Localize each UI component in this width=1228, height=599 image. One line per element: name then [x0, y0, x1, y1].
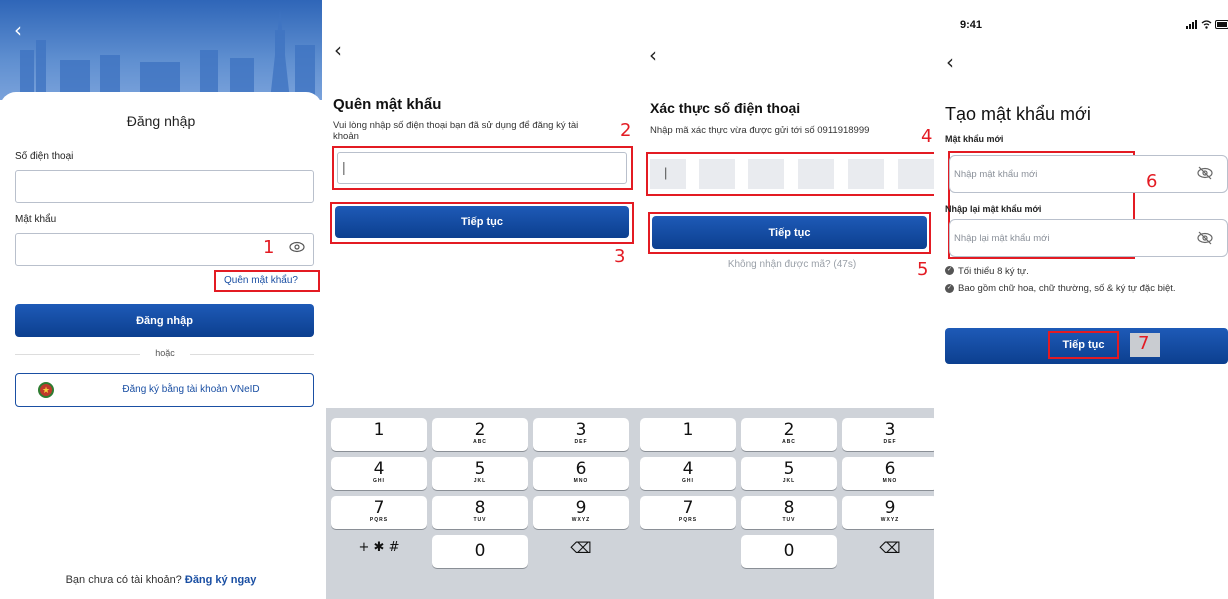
forgot-password-screen: ‹ Quên mật khẩu Vui lòng nhập số điện th…	[326, 0, 640, 599]
key-2[interactable]: 2 ABC	[741, 418, 837, 451]
vneid-button-label: Đăng ký bằng tài khoản VNeID	[122, 384, 260, 395]
login-screen: ‹ Đăng nhập Số điện thoại Mật khẩu 1 Quê…	[0, 0, 322, 599]
text-cursor: |	[664, 165, 668, 180]
key-2[interactable]: 2 ABC	[432, 418, 528, 451]
step-number-2: 2	[620, 120, 632, 141]
phone-input[interactable]	[15, 170, 314, 203]
signup-link[interactable]: Đăng ký ngay	[185, 574, 257, 586]
step-number-4: 4	[921, 126, 933, 147]
check-circle-icon: ✓	[945, 266, 954, 275]
key-4[interactable]: 4 GHI	[640, 457, 736, 490]
login-button[interactable]: Đăng nhập	[15, 304, 314, 337]
divider-right	[190, 354, 314, 355]
battery-icon	[1215, 20, 1228, 29]
otp-digit-4[interactable]	[798, 159, 834, 189]
delete-key-icon[interactable]: ⌫	[842, 539, 938, 557]
numeric-keypad: 1 2 ABC 3 DEF 4 GHI 5 JKL 6 MNO 7 PQRS 8 TUV 9W…	[640, 408, 944, 599]
confirm-password-label: Nhập lại mật khẩu mới	[945, 204, 1042, 214]
cityscape-icon	[20, 10, 315, 100]
forgot-password-link[interactable]: Quên mật khẩu?	[224, 275, 298, 286]
annotation-box-otp	[646, 152, 940, 196]
new-password-placeholder: Nhập mật khẩu mới	[954, 169, 1038, 180]
key-0[interactable]: 0	[432, 535, 528, 568]
confirm-password-placeholder: Nhập lại mật khẩu mới	[954, 233, 1050, 244]
otp-digit-6[interactable]	[898, 159, 934, 189]
step-number-6: 6	[1146, 171, 1158, 192]
step-number-7: 7	[1138, 333, 1150, 354]
signup-footer: Bạn chưa có tài khoản? Đăng ký ngay	[0, 574, 322, 586]
page-description: Vui lòng nhập số điện thoại bạn đã sử dụ…	[333, 120, 579, 142]
key-7[interactable]: 7 PQRS	[640, 496, 736, 529]
key-3[interactable]: 3 DEF	[842, 418, 938, 451]
new-password-label: Mật khẩu mới	[945, 134, 1004, 144]
status-time: 9:41	[960, 19, 983, 31]
new-password-screen: 9:41 ‹ Tạo mật khẩu mới Mật khẩu mới Nhậ…	[934, 0, 1228, 599]
key-6[interactable]: 6 MNO	[842, 457, 938, 490]
key-6[interactable]: 6 MNO	[533, 457, 629, 490]
step-number-1: 1	[263, 237, 275, 258]
password-label: Mật khẩu	[15, 214, 57, 225]
confirm-password-input[interactable]: Nhập lại mật khẩu mới	[949, 219, 1228, 257]
numeric-keypad: 1 2 ABC 3 DEF 4 GHI 5 JKL 6 MNO 7 PQRS 8 TUV 9W…	[326, 408, 640, 599]
signup-question: Bạn chưa có tài khoản?	[65, 574, 182, 586]
status-icons	[1186, 20, 1228, 29]
divider-left	[15, 354, 140, 355]
rule-complexity-text: Bao gồm chữ hoa, chữ thường, số & ký tự …	[958, 283, 1176, 294]
otp-digit-1[interactable]: |	[650, 159, 686, 189]
otp-digit-2[interactable]	[699, 159, 735, 189]
phone-input[interactable]: |	[337, 152, 627, 184]
back-icon[interactable]: ‹	[649, 43, 657, 67]
key-0[interactable]: 0	[741, 535, 837, 568]
back-icon[interactable]: ‹	[14, 18, 22, 42]
rule-complexity: ✓ Bao gồm chữ hoa, chữ thường, số & ký t…	[945, 283, 1225, 294]
login-card	[0, 92, 322, 599]
symbols-key[interactable]: + ✱ #	[331, 540, 427, 555]
check-circle-icon: ✓	[945, 284, 954, 293]
rule-min-length-text: Tối thiểu 8 ký tự.	[958, 266, 1029, 277]
page-title: Xác thực số điện thoại	[650, 100, 801, 116]
page-title: Tạo mật khẩu mới	[945, 104, 1091, 124]
key-9[interactable]: 9 WXYZ	[533, 496, 629, 529]
key-4[interactable]: 4 GHI	[331, 457, 427, 490]
key-7[interactable]: 7 PQRS	[331, 496, 427, 529]
eye-icon[interactable]	[289, 240, 305, 259]
key-1[interactable]: 1	[640, 418, 736, 451]
eye-off-icon[interactable]	[1197, 231, 1213, 250]
vneid-emblem-icon: ★	[38, 382, 54, 398]
otp-digit-5[interactable]	[848, 159, 884, 189]
key-5[interactable]: 5 JKL	[432, 457, 528, 490]
wifi-icon	[1201, 20, 1212, 29]
step-number-3: 3	[614, 246, 626, 267]
otp-verification-screen: ‹ Xác thực số điện thoại Nhập mã xác thự…	[640, 0, 944, 599]
key-5[interactable]: 5 JKL	[741, 457, 837, 490]
continue-button-label: Tiếp tục	[1062, 339, 1105, 351]
or-text: hoặc	[155, 348, 175, 358]
key-8[interactable]: 8 TUV	[741, 496, 837, 529]
back-icon[interactable]: ‹	[334, 38, 342, 62]
header-cityscape-image	[0, 0, 322, 100]
signal-icon	[1186, 20, 1197, 29]
back-icon[interactable]: ‹	[946, 50, 954, 74]
delete-key-icon[interactable]: ⌫	[533, 539, 629, 557]
step-number-5: 5	[917, 259, 929, 280]
resend-code-text[interactable]: Không nhận được mã? (47s)	[640, 259, 944, 270]
key-8[interactable]: 8 TUV	[432, 496, 528, 529]
new-password-input[interactable]: Nhập mật khẩu mới	[949, 155, 1228, 193]
rule-min-length: ✓ Tối thiểu 8 ký tự.	[945, 266, 1029, 277]
page-description: Nhập mã xác thực vừa được gửi tới số 091…	[650, 125, 870, 136]
vneid-button[interactable]: ★ Đăng ký bằng tài khoản VNeID	[15, 373, 314, 407]
page-title: Quên mật khẩu	[333, 96, 442, 113]
otp-digit-3[interactable]	[748, 159, 784, 189]
page-title: Đăng nhập	[126, 113, 196, 129]
eye-off-icon[interactable]	[1197, 166, 1213, 185]
key-3[interactable]: 3 DEF	[533, 418, 629, 451]
continue-button[interactable]: Tiếp tục	[652, 216, 927, 249]
key-1[interactable]: 1	[331, 418, 427, 451]
key-9[interactable]: 9 WXYZ	[842, 496, 938, 529]
phone-label: Số điện thoại	[15, 151, 74, 162]
continue-button[interactable]: Tiếp tục	[335, 206, 629, 238]
text-cursor: |	[342, 159, 346, 175]
